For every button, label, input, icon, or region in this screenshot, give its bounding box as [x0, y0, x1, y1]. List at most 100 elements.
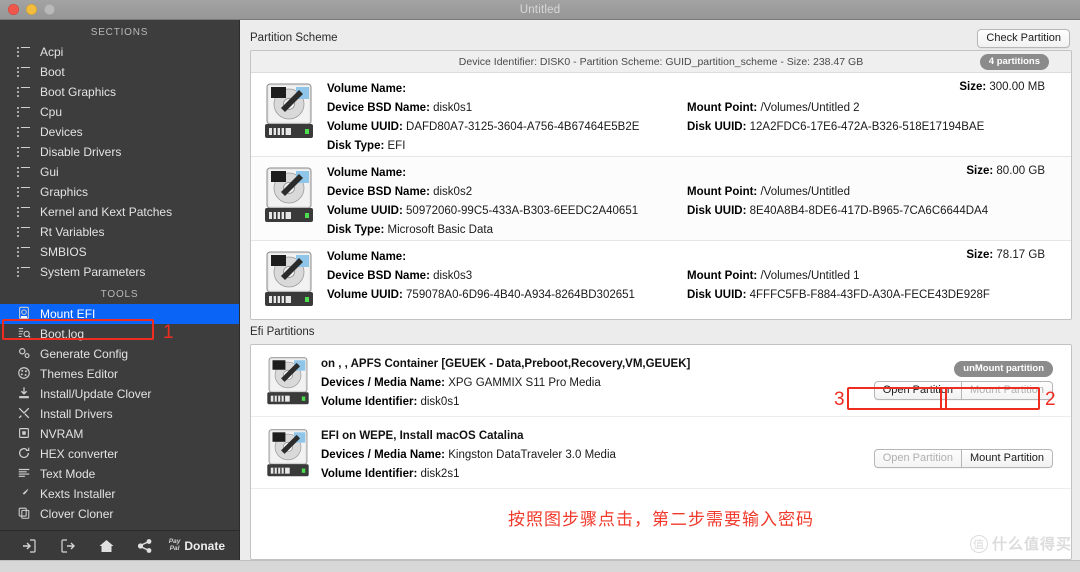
sidebar-item-label: SMBIOS	[40, 245, 87, 259]
paypal-line2: Pal	[169, 544, 180, 552]
list-icon	[16, 206, 31, 219]
open-partition-button[interactable]: Open Partition	[873, 449, 963, 468]
size-label: Size:	[959, 81, 987, 93]
home-icon[interactable]	[91, 538, 121, 554]
partition-row[interactable]: Volume Name: Device BSD Name: disk0s3 Mou…	[251, 241, 1071, 319]
app-window: Untitled SECTIONS Acpi Boot Boot Graphics C…	[0, 0, 1080, 572]
annotation-number-1: 1	[163, 322, 174, 343]
sidebar-item-text-mode[interactable]: Text Mode	[0, 464, 239, 484]
sidebar-item-label: Install Drivers	[40, 407, 113, 421]
efi-partition-row[interactable]: on , , APFS Container [GEUEK - Data,Preb…	[251, 345, 1071, 417]
sidebar-item-label: Kernel and Kext Patches	[40, 205, 173, 219]
log-search-icon	[16, 327, 31, 341]
sidebar-item-label: HEX converter	[40, 447, 119, 461]
hard-disk-icon	[265, 428, 311, 478]
sidebar-item-label: Disable Drivers	[40, 145, 122, 159]
sidebar-item-label: Kexts Installer	[40, 487, 116, 501]
donate-button[interactable]: Pay Pal Donate	[169, 538, 225, 553]
volume-uuid-value: 759078A0-6D96-4B40-A934-8264BD302651	[406, 289, 635, 301]
device-bsd-name-value: disk0s2	[433, 186, 473, 198]
sidebar-item-nvram[interactable]: NVRAM	[0, 424, 239, 444]
disk-uuid-label: Disk UUID:	[687, 121, 747, 133]
disk-mount-icon	[16, 306, 31, 321]
volume-identifier-value: disk2s1	[420, 468, 460, 480]
disk-type-value: EFI	[387, 140, 406, 152]
volume-name-label: Volume Name:	[327, 83, 407, 95]
disk-uuid-value: 8E40A8B4-8DE6-417D-B965-7CA6C6644DA4	[749, 205, 989, 217]
sidebar-item-disable-drivers[interactable]: Disable Drivers	[0, 142, 239, 162]
sidebar-item-cpu[interactable]: Cpu	[0, 102, 239, 122]
list-icon	[16, 166, 31, 179]
sidebar-item-kernel-and-kext-patches[interactable]: Kernel and Kext Patches	[0, 202, 239, 222]
mount-partition-button[interactable]: Mount Partition	[961, 449, 1053, 468]
size-value: 80.00 GB	[996, 165, 1045, 177]
sidebar-item-themes-editor[interactable]: Themes Editor	[0, 364, 239, 384]
paypal-logo: Pay Pal	[169, 538, 181, 552]
mount-partition-button[interactable]: Mount Partition	[961, 380, 1053, 400]
open-partition-button[interactable]: Open Partition	[873, 380, 963, 400]
efi-partitions-panel: on , , APFS Container [GEUEK - Data,Preb…	[250, 344, 1072, 560]
import-icon[interactable]	[14, 538, 44, 554]
efi-partitions-title: Efi Partitions	[250, 326, 315, 338]
sidebar-item-clover-cloner[interactable]: Clover Cloner	[0, 504, 239, 524]
sidebar-sections-list: Acpi Boot Boot Graphics Cpu Devices Disable D…	[0, 42, 239, 282]
partitions-count-badge: 4 partitions	[979, 54, 1049, 70]
volume-identifier-label: Volume Identifier:	[321, 396, 418, 408]
devices-media-value: Kingston DataTraveler 3.0 Media	[448, 449, 616, 461]
sidebar-item-install-drivers[interactable]: Install Drivers	[0, 404, 239, 424]
efi-partition-row[interactable]: EFI on WEPE, Install macOS Catalina Devic…	[251, 417, 1071, 489]
copy-icon	[16, 507, 31, 521]
size-label: Size:	[966, 165, 994, 177]
mount-point-value: /Volumes/Untitled 2	[760, 102, 860, 114]
sidebar-item-boot[interactable]: Boot	[0, 62, 239, 82]
sidebar-item-mount-efi[interactable]: Mount EFI	[0, 304, 239, 324]
partition-row[interactable]: Volume Name: Device BSD Name: disk0s2 Mou…	[251, 157, 1071, 241]
sidebar-item-label: Boot.log	[40, 327, 85, 341]
size-cell: Size: 300.00 MB	[959, 81, 1045, 93]
sidebar-item-rt-variables[interactable]: Rt Variables	[0, 222, 239, 242]
efi-row-title: EFI on WEPE, Install macOS Catalina	[321, 430, 524, 442]
list-icon	[16, 46, 31, 59]
sidebar-item-gui[interactable]: Gui	[0, 162, 239, 182]
size-value: 78.17 GB	[996, 249, 1045, 261]
partition-row[interactable]: Volume Name: Device BSD Name: disk0s1 Mou…	[251, 73, 1071, 157]
refresh-icon	[16, 447, 31, 461]
sidebar-item-label: Text Mode	[40, 467, 96, 481]
sidebar-item-label: Graphics	[40, 185, 89, 199]
volume-uuid-label: Volume UUID:	[327, 205, 403, 217]
sidebar-item-acpi[interactable]: Acpi	[0, 42, 239, 62]
sidebar-item-label: Install/Update Clover	[40, 387, 152, 401]
partition-fields: Volume Name: Device BSD Name: disk0s2 Mou…	[327, 164, 1061, 240]
volume-uuid-label: Volume UUID:	[327, 121, 403, 133]
export-icon[interactable]	[53, 538, 83, 554]
list-icon	[16, 126, 31, 139]
watermark-mark: 值	[969, 534, 988, 553]
partition-scheme-title: Partition Scheme	[250, 32, 338, 44]
volume-identifier-value: disk0s1	[420, 396, 460, 408]
sidebar-item-graphics[interactable]: Graphics	[0, 182, 239, 202]
device-bsd-name-label: Device BSD Name:	[327, 102, 430, 114]
mount-point-value: /Volumes/Untitled	[760, 186, 850, 198]
sidebar-item-boot-log[interactable]: Boot.log	[0, 324, 239, 344]
sidebar-item-label: Mount EFI	[40, 307, 96, 321]
list-icon	[16, 186, 31, 199]
size-label: Size:	[966, 249, 994, 261]
sidebar-item-install-update-clover[interactable]: Install/Update Clover	[0, 384, 239, 404]
hard-disk-icon	[263, 82, 315, 140]
sidebar-item-devices[interactable]: Devices	[0, 122, 239, 142]
sidebar-item-generate-config[interactable]: Generate Config	[0, 344, 239, 364]
size-cell: Size: 80.00 GB	[966, 165, 1045, 177]
watermark: 值 什么值得买	[969, 533, 1072, 554]
partition-scheme-panel: Device Identifier: DISK0 - Partition Sch…	[250, 50, 1072, 320]
check-partition-button[interactable]: Check Partition	[977, 28, 1070, 48]
sidebar-item-smbios[interactable]: SMBIOS	[0, 242, 239, 262]
share-icon[interactable]	[130, 538, 160, 554]
sidebar-item-kexts-installer[interactable]: Kexts Installer	[0, 484, 239, 504]
sidebar-item-system-parameters[interactable]: System Parameters	[0, 262, 239, 282]
donate-label: Donate	[184, 538, 225, 553]
sidebar-item-hex-converter[interactable]: HEX converter	[0, 444, 239, 464]
sidebar-item-boot-graphics[interactable]: Boot Graphics	[0, 82, 239, 102]
sidebar-item-label: Boot Graphics	[40, 85, 117, 99]
sidebar-item-label: Clover Cloner	[40, 507, 114, 521]
mount-point-label: Mount Point:	[687, 186, 758, 198]
